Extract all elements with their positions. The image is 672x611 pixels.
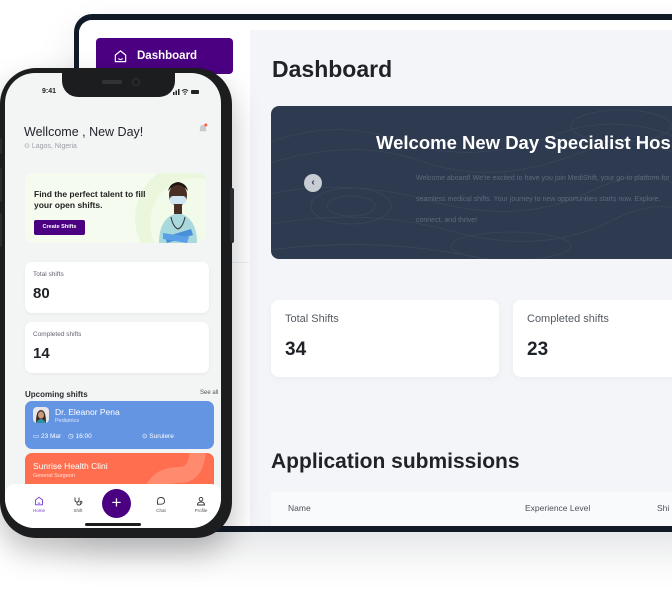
phone-side-button (0, 213, 2, 247)
stat-label: Total Shifts (285, 313, 339, 325)
column-header-shift[interactable]: Shi (657, 503, 669, 513)
stat-value: 23 (527, 339, 549, 360)
phone-notch (62, 73, 175, 97)
tab-home[interactable]: Home (24, 496, 54, 513)
stat-label: Total shifts (33, 271, 64, 278)
shift-name: Sunrise Health Clini (33, 461, 108, 471)
signal-wifi-battery-icon (173, 89, 199, 95)
shift-date: ▭ 23 Mar (33, 433, 62, 440)
mobile-stat-completed-shifts: Completed shifts 14 (25, 322, 209, 373)
greeting: Wellcome , New Day! (24, 125, 144, 139)
marketing-composite: Dashboard Dashboard Welcome New Day Spec… (0, 0, 672, 611)
location: ⊙ Lagos, Nigeria (24, 142, 77, 150)
upcoming-shifts-title: Upcoming shifts (25, 390, 88, 399)
add-shift-fab[interactable]: + (102, 489, 131, 518)
chevron-left-icon: ‹ (311, 177, 315, 188)
phone-side-button (0, 138, 2, 154)
phone-side-button (0, 168, 2, 202)
stat-value: 80 (33, 285, 50, 302)
stat-label: Completed shifts (527, 313, 609, 325)
stat-card-total-shifts: Total Shifts 34 (271, 300, 499, 377)
shift-specialty: General Surgeon (33, 473, 75, 479)
mobile-stat-total-shifts: Total shifts 80 (25, 262, 209, 313)
location-text: Lagos, Nigeria (31, 143, 77, 150)
chat-icon (157, 497, 165, 505)
promo-text: Find the perfect talent to fill your ope… (34, 189, 146, 210)
tab-shift[interactable]: Shift (63, 496, 93, 513)
banner-prev-button[interactable]: ‹ (304, 174, 322, 192)
applications-table-header: Name Experience Level Shi (271, 492, 672, 526)
stat-value: 34 (285, 339, 307, 360)
phone-frame: 9:41 Wellcome , New Day! ⊙ Lagos, Nigeri… (0, 68, 234, 538)
home-indicator (85, 523, 141, 526)
avatar (33, 407, 49, 423)
stethoscope-icon (74, 497, 83, 506)
welcome-banner: Welcome New Day Specialist Hos Welcome a… (271, 106, 672, 259)
shift-time: ◷ 16:00 (68, 433, 92, 440)
plus-icon: + (111, 493, 122, 512)
nurse-illustration (159, 182, 197, 243)
column-header-name[interactable]: Name (288, 503, 311, 513)
bottom-tab-bar: Home Shift + Chat Profile (5, 484, 221, 528)
home-icon (114, 49, 127, 62)
section-title: Application submissions (271, 450, 520, 473)
speaker (102, 80, 122, 84)
tab-chat[interactable]: Chat (146, 496, 176, 513)
page-title: Dashboard (272, 56, 393, 82)
stat-label: Completed shifts (33, 331, 82, 338)
promo-banner: Find the perfect talent to fill your ope… (25, 173, 206, 243)
sidebar-item-label: Dashboard (137, 50, 198, 62)
column-header-experience[interactable]: Experience Level (525, 503, 590, 513)
stat-card-completed-shifts: Completed shifts 23 (513, 300, 672, 377)
front-camera (132, 78, 140, 86)
shift-card[interactable]: Dr. Eleanor Pena Pediatrics ▭ 23 Mar ◷ 1… (25, 401, 214, 449)
user-icon (197, 496, 205, 506)
shift-specialty: Pediatrics (55, 418, 80, 424)
banner-body: Welcome aboard! We're excited to have yo… (416, 175, 670, 224)
create-shifts-button[interactable]: Create Shifts (34, 220, 85, 235)
shift-name: Dr. Eleanor Pena (55, 407, 120, 417)
location-pin-icon: ⊙ (24, 143, 32, 150)
banner-title: Welcome New Day Specialist Hos (376, 132, 671, 153)
see-all-link[interactable]: See all (200, 390, 218, 396)
phone-power-button (230, 188, 234, 243)
notification-bell-icon[interactable] (198, 123, 208, 133)
phone-screen: 9:41 Wellcome , New Day! ⊙ Lagos, Nigeri… (5, 73, 221, 528)
calendar-icon: ▭ (33, 433, 41, 440)
home-icon (35, 496, 43, 506)
status-time: 9:41 (42, 88, 57, 95)
main-content: Dashboard Welcome New Day Specialist Hos… (250, 30, 672, 526)
status-icons (173, 88, 199, 97)
stat-value: 14 (33, 345, 50, 362)
shift-location: ⊙ Surulere (142, 433, 174, 440)
tab-profile[interactable]: Profile (186, 496, 216, 513)
